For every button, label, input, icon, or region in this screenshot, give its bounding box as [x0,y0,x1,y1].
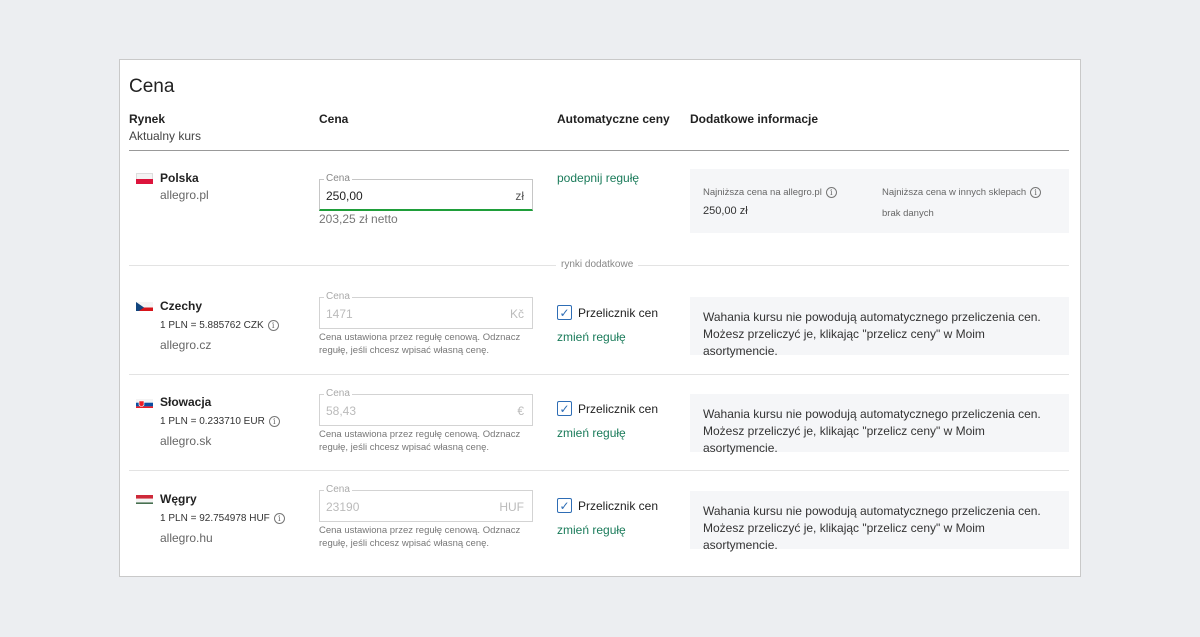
price-input-poland[interactable]: Cena 250,00 zł [319,173,533,211]
exchange-info-text: Wahania kursu nie powodują automatyczneg… [703,504,1041,552]
header-divider [129,150,1069,151]
country-name: Węgry [160,492,197,506]
row-divider [129,470,1069,471]
lowest-other-value: brak danych [882,208,934,219]
row-divider [129,374,1069,375]
header-market-sub: Aktualny kurs [129,129,202,143]
exchange-info-text: Wahania kursu nie powodują automatyczneg… [703,310,1041,358]
lowest-allegro-value: 250,00 zł [703,205,748,217]
currency-label: HUF [499,500,524,514]
checkbox-label: Przelicznik cen [578,401,659,416]
checkbox-label: Przelicznik cen [578,305,659,320]
change-rule-link[interactable]: zmień regułę [557,330,626,344]
exchange-info-box: Wahania kursu nie powodują automatyczneg… [690,491,1069,552]
exchange-info-box: Wahania kursu nie powodują automatyczneg… [690,297,1069,358]
exchange-info-box: Wahania kursu nie powodują automatyczneg… [690,394,1069,455]
country-name: Czechy [160,299,203,313]
price-input-slovakia: Cena 58,43 € [319,388,533,426]
header-price: Cena [319,112,349,126]
checkbox-label: Przelicznik cen [578,498,659,513]
exchange-info-text: Wahania kursu nie powodują automatyczneg… [703,407,1041,455]
exchange-rate-text: 1 PLN = 5.885762 CZK [160,320,264,331]
market-domain: allegro.hu [160,531,213,545]
checkbox-checked-icon[interactable]: ✓ [557,401,572,416]
extra-markets-label: rynki dodatkowe [556,259,639,270]
attach-rule-link[interactable]: podepnij regułę [557,171,639,185]
market-domain: allegro.pl [160,188,209,202]
price-input-label: Cena [324,173,352,184]
price-converter-checkbox[interactable]: ✓ Przelicznik cen [557,498,658,513]
section-title: Cena [129,76,175,97]
info-icon[interactable]: i [267,320,279,331]
rule-note: Cena ustawiona przez regułę cenową. Odzn… [319,332,521,356]
price-input-value: 250,00 [326,189,363,203]
market-domain: allegro.sk [160,434,212,448]
country-name: Polska [160,171,199,185]
info-icon[interactable]: i [825,187,837,198]
price-input-value: 58,43 [326,404,357,418]
price-input-label: Cena [324,484,352,495]
price-input-czech: Cena 1471 Kč [319,291,533,329]
price-input-hungary: Cena 23190 HUF [319,484,533,522]
exchange-rate: 1 PLN = 92.754978 HUF i [160,513,285,524]
info-icon[interactable]: i [1030,187,1042,198]
currency-label: Kč [509,307,524,321]
currency-label: € [517,404,524,418]
currency-label: zł [515,189,524,203]
market-domain: allegro.cz [160,338,212,352]
price-panel: Cena Rynek Aktualny kurs Cena Automatycz… [119,59,1081,577]
price-input-label: Cena [324,291,352,302]
checkbox-checked-icon[interactable]: ✓ [557,498,572,513]
rule-note: Cena ustawiona przez regułę cenową. Odzn… [319,429,521,453]
price-input-value: 23190 [326,500,360,514]
price-converter-checkbox[interactable]: ✓ Przelicznik cen [557,401,658,416]
exchange-rate: 1 PLN = 0.233710 EUR i [160,416,280,427]
lowest-allegro-label-text: Najniższa cena na allegro.pl [703,187,822,198]
lowest-price-box: Najniższa cena na allegro.pl i 250,00 zł… [690,169,1069,233]
flag-czech-icon [136,300,153,311]
exchange-rate: 1 PLN = 5.885762 CZK i [160,320,279,331]
change-rule-link[interactable]: zmień regułę [557,523,626,537]
exchange-rate-text: 1 PLN = 0.233710 EUR [160,416,265,427]
flag-hungary-icon [136,493,153,504]
price-input-label: Cena [324,388,352,399]
header-extra-info: Dodatkowe informacje [690,112,819,126]
price-input-value: 1471 [326,307,353,321]
exchange-rate-text: 1 PLN = 92.754978 HUF [160,513,270,524]
flag-poland-icon [136,173,153,184]
lowest-other-label: Najniższa cena w innych sklepach i [882,187,1042,198]
header-auto-prices: Automatyczne ceny [557,112,670,126]
info-icon[interactable]: i [273,513,285,524]
price-converter-checkbox[interactable]: ✓ Przelicznik cen [557,305,658,320]
lowest-allegro-label: Najniższa cena na allegro.pl i [703,187,837,198]
info-icon[interactable]: i [268,416,280,427]
change-rule-link[interactable]: zmień regułę [557,426,626,440]
lowest-other-label-text: Najniższa cena w innych sklepach [882,187,1027,198]
flag-slovakia-icon [136,397,153,408]
checkbox-checked-icon[interactable]: ✓ [557,305,572,320]
rule-note: Cena ustawiona przez regułę cenową. Odzn… [319,525,521,549]
country-name: Słowacja [160,395,212,409]
header-market: Rynek [129,112,166,126]
netto-price: 203,25 zł netto [319,212,398,226]
